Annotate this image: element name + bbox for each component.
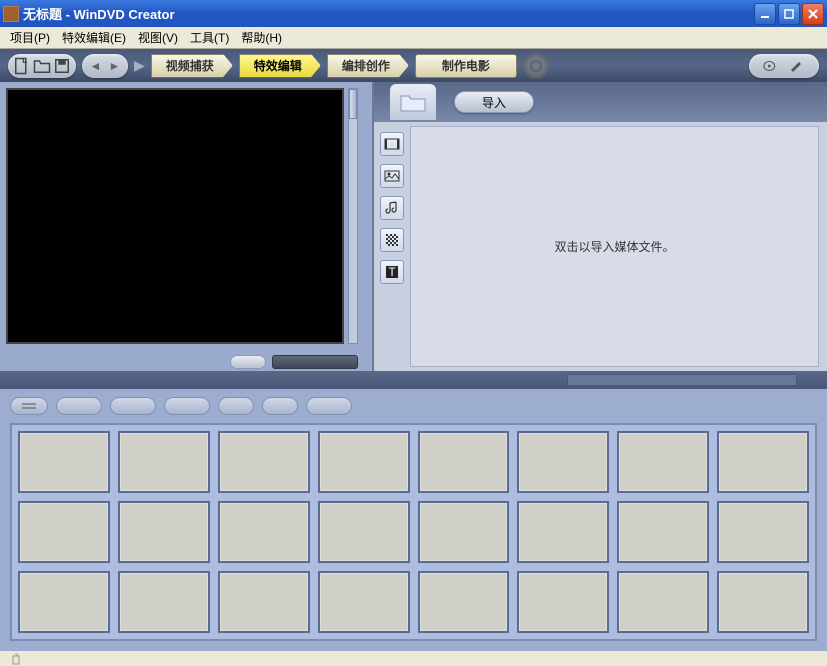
tab-image[interactable] <box>380 164 404 188</box>
step-edit[interactable]: 特效编辑 <box>239 54 321 78</box>
tab-audio[interactable] <box>380 196 404 220</box>
storyboard-cell[interactable] <box>418 571 510 633</box>
step-capture[interactable]: 视频捕获 <box>151 54 233 78</box>
step-author[interactable]: 编排创作 <box>327 54 409 78</box>
menu-effects[interactable]: 特效编辑(E) <box>56 27 132 48</box>
preview-control-button[interactable] <box>230 355 266 369</box>
storyboard-cell[interactable] <box>517 501 609 563</box>
timeline-toolbar <box>10 395 817 417</box>
storyboard-cell[interactable] <box>118 571 210 633</box>
main-toolbar: ◄ ► ▶ 视频捕获 特效编辑 编排创作 制作电影 <box>0 49 827 82</box>
preview-panel <box>0 82 372 371</box>
storyboard-cell[interactable] <box>318 571 410 633</box>
timeline-tool-3[interactable] <box>164 397 210 415</box>
maximize-button[interactable] <box>778 3 800 25</box>
menu-project[interactable]: 项目(P) <box>4 27 56 48</box>
storyboard-cell[interactable] <box>18 431 110 493</box>
storyboard-grid <box>10 423 817 641</box>
tab-effects[interactable] <box>380 228 404 252</box>
new-button[interactable] <box>12 56 32 76</box>
import-bar: 导入 <box>374 82 827 122</box>
media-drop-area[interactable]: 双击以导入媒体文件。 <box>410 126 819 367</box>
app-icon <box>3 6 19 22</box>
storyboard-cell[interactable] <box>617 501 709 563</box>
media-hint-text: 双击以导入媒体文件。 <box>554 238 674 255</box>
footer-bar <box>0 651 827 666</box>
window-titlebar: 无标题 - WinDVD Creator <box>0 0 827 27</box>
timeline-tool-6[interactable] <box>306 397 352 415</box>
storyboard-cell[interactable] <box>717 501 809 563</box>
timeline-tool-5[interactable] <box>262 397 298 415</box>
library-panel: 导入 T 双击以导入媒体文件。 <box>372 82 827 371</box>
preview-viewport[interactable] <box>6 88 344 344</box>
storyboard-cell[interactable] <box>218 571 310 633</box>
minimize-button[interactable] <box>754 3 776 25</box>
scrollbar-thumb[interactable] <box>349 89 357 119</box>
tab-video[interactable] <box>380 132 404 156</box>
storyboard-cell[interactable] <box>717 571 809 633</box>
storyboard-cell[interactable] <box>617 571 709 633</box>
storyboard-cell[interactable] <box>18 501 110 563</box>
timeline-panel <box>0 389 827 651</box>
storyboard-cell[interactable] <box>517 571 609 633</box>
trash-icon[interactable] <box>10 653 22 665</box>
timeline-view-toggle[interactable] <box>10 397 48 415</box>
save-button[interactable] <box>52 56 72 76</box>
undo-button[interactable]: ◄ <box>86 56 105 76</box>
preview-time-bar[interactable] <box>272 355 358 369</box>
status-strip <box>0 371 827 389</box>
timeline-tool-4[interactable] <box>218 397 254 415</box>
undo-redo-group: ◄ ► <box>82 54 128 78</box>
window-title: 无标题 - WinDVD Creator <box>23 4 752 23</box>
storyboard-cell[interactable] <box>118 431 210 493</box>
redo-button[interactable]: ► <box>105 56 124 76</box>
menubar: 项目(P) 特效编辑(E) 视图(V) 工具(T) 帮助(H) <box>0 27 827 49</box>
disc-icon <box>523 53 549 79</box>
storyboard-cell[interactable] <box>717 431 809 493</box>
folder-tab[interactable] <box>390 84 436 120</box>
preview-controls <box>230 355 358 369</box>
file-button-group <box>8 54 76 78</box>
storyboard-cell[interactable] <box>418 501 510 563</box>
storyboard-cell[interactable] <box>218 431 310 493</box>
storyboard-cell[interactable] <box>418 431 510 493</box>
media-type-tabs: T <box>374 122 410 371</box>
media-area: T 双击以导入媒体文件。 <box>374 122 827 371</box>
burn-button[interactable] <box>749 54 819 78</box>
folder-icon <box>399 91 427 113</box>
import-label: 导入 <box>482 94 506 111</box>
close-button[interactable] <box>802 3 824 25</box>
storyboard-cell[interactable] <box>118 501 210 563</box>
step-make[interactable]: 制作电影 <box>415 54 517 78</box>
svg-text:T: T <box>388 265 396 279</box>
storyboard-cell[interactable] <box>18 571 110 633</box>
import-button[interactable]: 导入 <box>454 91 534 113</box>
tab-text[interactable]: T <box>380 260 404 284</box>
menu-tools[interactable]: 工具(T) <box>184 27 235 48</box>
preview-scrollbar[interactable] <box>348 88 358 344</box>
menu-help[interactable]: 帮助(H) <box>235 27 288 48</box>
step-arrow-icon: ▶ <box>134 57 145 74</box>
storyboard-cell[interactable] <box>617 431 709 493</box>
menu-view[interactable]: 视图(V) <box>132 27 184 48</box>
main-area: 导入 T 双击以导入媒体文件。 <box>0 82 827 371</box>
timeline-tool-2[interactable] <box>110 397 156 415</box>
storyboard-cell[interactable] <box>218 501 310 563</box>
status-meter <box>567 374 797 386</box>
storyboard-cell[interactable] <box>517 431 609 493</box>
timeline-tool-1[interactable] <box>56 397 102 415</box>
storyboard-cell[interactable] <box>318 501 410 563</box>
storyboard-cell[interactable] <box>318 431 410 493</box>
open-button[interactable] <box>32 56 52 76</box>
